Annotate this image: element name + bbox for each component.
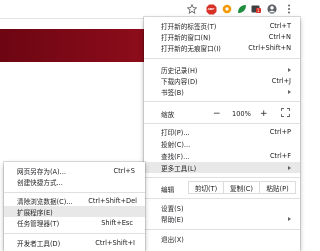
- menu-shortcut: Ctrl+P: [269, 127, 291, 136]
- menu-label: 打开新的无痕窗口(I): [161, 44, 221, 53]
- menu-shortcut: Ctrl+S: [113, 166, 135, 175]
- submenu-item-dev-tools[interactable]: 开发者工具(D) Ctrl+Shift+I: [4, 237, 145, 248]
- submenu-item-save-page[interactable]: 网页另存为(A)... Ctrl+S: [4, 165, 145, 176]
- menu-item-incognito[interactable]: 打开新的无痕窗口(I) Ctrl+Shift+N: [144, 42, 300, 53]
- zoom-value: 100%: [232, 109, 251, 118]
- menu-shortcut: Ctrl+J: [271, 76, 291, 85]
- menu-item-settings[interactable]: 设置(S): [144, 202, 300, 213]
- menu-item-exit[interactable]: 退出(X): [144, 233, 300, 244]
- menu-item-bookmarks[interactable]: 书签(B): [144, 86, 300, 97]
- menu-label: 创建快捷方式...: [17, 178, 63, 187]
- chevron-right-icon: [288, 165, 291, 170]
- account-icon[interactable]: [266, 3, 278, 15]
- menu-separator: [144, 123, 300, 124]
- submenu-item-extensions[interactable]: 扩展程序(E): [4, 206, 145, 217]
- menu-label: 历史记录(H): [161, 66, 198, 75]
- menu-shortcut: Shift+Esc: [101, 218, 133, 227]
- menu-label: 打开新的标签页(T): [161, 22, 217, 31]
- menu-shortcut: Ctrl+Shift+I: [95, 238, 135, 247]
- menu-separator: [4, 192, 145, 193]
- menu-label: 清除浏览数据(C)...: [17, 197, 73, 206]
- cut-button[interactable]: 剪切(T): [188, 181, 224, 194]
- more-menu-icon[interactable]: [283, 3, 295, 15]
- menu-label: 退出(X): [161, 235, 184, 244]
- star-icon[interactable]: [186, 3, 198, 15]
- leaf-extension-icon[interactable]: [236, 3, 248, 15]
- menu-label: 开发者工具(D): [17, 239, 61, 248]
- menu-item-history[interactable]: 历史记录(H): [144, 64, 300, 75]
- page-banner: [0, 29, 144, 62]
- menu-separator: [144, 198, 300, 199]
- menu-shortcut: Ctrl+F: [269, 151, 291, 160]
- menu-label: 设置(S): [161, 204, 184, 213]
- menu-separator: [4, 233, 145, 234]
- zoom-out-button[interactable]: −: [213, 109, 221, 119]
- fullscreen-icon[interactable]: [281, 108, 290, 119]
- menu-label: 查找(F)...: [161, 152, 190, 161]
- menu-label: 打印(P)...: [161, 128, 190, 137]
- dark-extension-icon[interactable]: 1: [250, 3, 262, 15]
- menu-shortcut: Ctrl+N: [268, 32, 291, 41]
- menu-separator: [144, 101, 300, 102]
- menu-label: 书签(B): [161, 88, 184, 97]
- extension-badge-text: ABP: [207, 7, 215, 11]
- chevron-right-icon: [288, 216, 291, 221]
- edit-label: 编辑: [161, 186, 175, 194]
- menu-shortcut: Ctrl+Shift+Del: [88, 196, 137, 205]
- menu-label: 扩展程序(E): [17, 208, 53, 217]
- extension-count-badge: 1: [256, 8, 261, 13]
- chrome-main-menu: 打开新的标签页(T) Ctrl+T 打开新的窗口(N) Ctrl+N 打开新的无…: [144, 17, 300, 251]
- menu-item-cast[interactable]: 投射(C)...: [144, 138, 300, 149]
- adblock-extension-icon[interactable]: ABP: [205, 3, 217, 15]
- gear-extension-icon[interactable]: [221, 3, 233, 15]
- submenu-item-create-shortcut[interactable]: 创建快捷方式...: [4, 176, 145, 187]
- chevron-right-icon: [288, 67, 291, 72]
- menu-label: 更多工具(L): [161, 164, 197, 173]
- menu-label: 下载内容(D): [161, 77, 198, 86]
- menu-item-print[interactable]: 打印(P)... Ctrl+P: [144, 126, 300, 137]
- menu-item-downloads[interactable]: 下载内容(D) Ctrl+J: [144, 75, 300, 86]
- menu-item-more-tools[interactable]: 更多工具(L): [144, 162, 300, 173]
- chevron-right-icon: [288, 89, 291, 94]
- menu-label: 投射(C)...: [161, 140, 191, 149]
- paste-button[interactable]: 粘贴(P): [260, 181, 296, 194]
- menu-item-help[interactable]: 帮助(E): [144, 213, 300, 224]
- menu-item-find[interactable]: 查找(F)... Ctrl+F: [144, 150, 300, 161]
- menu-label: 任务管理器(T): [17, 219, 60, 228]
- submenu-item-task-manager[interactable]: 任务管理器(T) Shift+Esc: [4, 217, 145, 228]
- menu-item-new-window[interactable]: 打开新的窗口(N) Ctrl+N: [144, 31, 300, 42]
- more-tools-submenu: 网页另存为(A)... Ctrl+S 创建快捷方式... 清除浏览数据(C)..…: [4, 162, 145, 251]
- submenu-item-clear-data[interactable]: 清除浏览数据(C)... Ctrl+Shift+Del: [4, 195, 145, 206]
- menu-separator: [144, 229, 300, 230]
- menu-separator: [144, 58, 300, 59]
- zoom-label: 缩放: [161, 110, 175, 119]
- zoom-in-button[interactable]: +: [260, 109, 268, 119]
- menu-label: 打开新的窗口(N): [161, 33, 211, 42]
- menu-label: 网页另存为(A)...: [17, 167, 66, 176]
- copy-button[interactable]: 复制(C): [224, 181, 260, 194]
- menu-separator: [144, 177, 300, 178]
- menu-shortcut: Ctrl+Shift+N: [248, 43, 291, 52]
- zoom-row: 缩放 − 100% +: [144, 107, 300, 120]
- menu-item-new-tab[interactable]: 打开新的标签页(T) Ctrl+T: [144, 20, 300, 31]
- menu-shortcut: Ctrl+T: [269, 21, 291, 30]
- edit-row: 编辑 剪切(T) 复制(C) 粘贴(P): [144, 181, 300, 194]
- menu-label: 帮助(E): [161, 215, 184, 224]
